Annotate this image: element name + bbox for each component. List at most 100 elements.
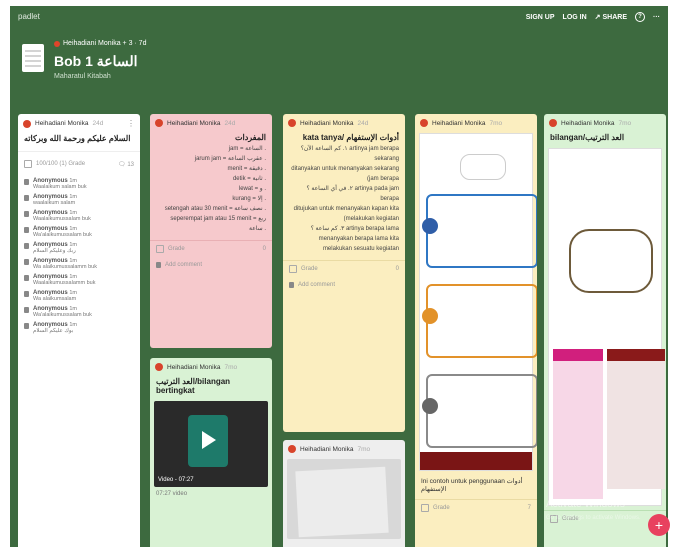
add-comment[interactable]: Add comment — [283, 277, 405, 292]
brand-logo[interactable]: padlet — [18, 12, 40, 21]
avatar — [24, 323, 29, 329]
post-header: Heihadiani Monika 7mo — [283, 440, 405, 453]
grade-row[interactable]: 100/100 (1) Grade 🗨 13 — [18, 151, 140, 172]
post-author: Heihadiani Monika — [300, 445, 354, 453]
image-band — [426, 374, 537, 448]
checkbox-icon[interactable] — [156, 245, 164, 253]
image-footer — [607, 349, 665, 361]
add-comment-label: Add comment — [298, 281, 336, 288]
image-dot — [422, 398, 438, 414]
more-icon[interactable]: ··· — [653, 14, 660, 21]
post-author: Heihadiani Monika — [167, 119, 221, 127]
vocab-line: setengah atau 30 menit = نصف ساعة . — [164, 206, 266, 212]
comment-body: Anonymous 1m Waalaikumussalam buk — [33, 210, 91, 222]
comment-item: Anonymous 1m Wa'alaikumussalam buk — [18, 304, 140, 320]
top-bar: padlet SIGN UP LOG IN ↗ SHARE ? ··· — [10, 6, 668, 28]
video-thumbnail[interactable]: Video - 07:27 — [154, 401, 268, 487]
post-card-video[interactable]: Heihadiani Monika 7mo العد الترتيب/bilan… — [150, 358, 272, 547]
post-header: Heihadiani Monika 24d — [283, 114, 405, 127]
comment-body: Anonymous 1m Waalaikumussalamm buk — [33, 274, 95, 286]
post-card-greeting[interactable]: Heihadiani Monika 24d ⋮ السلام عليكم ورح… — [18, 114, 140, 547]
example-image[interactable] — [419, 133, 537, 471]
grade-text: Grade — [433, 505, 450, 511]
post-author: Heihadiani Monika — [167, 363, 221, 371]
checkbox-icon[interactable] — [289, 265, 297, 273]
add-post-button[interactable]: + — [648, 514, 670, 536]
share-button[interactable]: ↗ SHARE — [595, 13, 627, 21]
post-header: Heihadiani Monika 7mo — [544, 114, 666, 127]
post-title: bilangan/العد الترتيب — [550, 133, 625, 142]
avatar — [54, 40, 60, 47]
top-links: SIGN UP LOG IN ↗ SHARE ? ··· — [526, 12, 660, 22]
signup-link[interactable]: SIGN UP — [526, 14, 555, 21]
comment-body: Anonymous 1m ربك وعليكم السلام — [33, 242, 77, 254]
avatar — [24, 211, 29, 217]
post-title: المفردات — [234, 133, 266, 142]
checkbox-icon[interactable] — [24, 160, 32, 168]
paper-sheet — [295, 466, 389, 538]
comment-text: Wa alaikumussalamm buk — [33, 264, 97, 270]
post-card-question-words[interactable]: Heihadiani Monika 24d kata tanya/ أدوات … — [283, 114, 405, 432]
comment-body: Anonymous 1m Wa'alaikumussalam buk — [33, 306, 92, 318]
comment-text: Waalaikumussalamm buk — [33, 280, 96, 286]
post-author: Heihadiani Monika — [35, 120, 89, 127]
login-link[interactable]: LOG IN — [563, 14, 587, 21]
vocab-line: menit = دقيقة . — [227, 166, 266, 172]
share-label: SHARE — [602, 14, 627, 21]
post-time: 24d — [357, 119, 369, 127]
post-time: 7mo — [489, 119, 503, 127]
avatar — [155, 363, 163, 371]
comment-item: Anonymous 1m Waalaikum salam buk — [18, 176, 140, 192]
play-icon[interactable] — [202, 431, 216, 449]
more-icon[interactable]: ⋮ — [127, 119, 135, 128]
avatar — [24, 195, 29, 201]
padlet-board: padlet SIGN UP LOG IN ↗ SHARE ? ··· Heih… — [10, 6, 668, 547]
add-comment[interactable]: Add comment — [150, 257, 272, 272]
question-line: ditanyakan untuk menanyakan sekarang (ja… — [291, 166, 399, 182]
handwriting-image[interactable] — [287, 459, 401, 539]
image-table-header — [553, 349, 603, 361]
avatar — [24, 227, 29, 233]
image-dot — [422, 308, 438, 324]
comment-count: 🗨 13 — [118, 161, 134, 168]
post-card-examples[interactable]: Heihadiani Monika 7mo Ini contoh untuk p… — [415, 114, 537, 547]
post-header: Heihadiani Monika 7mo — [150, 358, 272, 371]
post-card-handwriting[interactable]: Heihadiani Monika 7mo — [283, 440, 405, 547]
post-author: Heihadiani Monika — [432, 119, 486, 127]
comment-count: 0 — [262, 246, 266, 252]
avatar — [288, 445, 296, 453]
image-band — [426, 284, 537, 358]
grade-row[interactable]: Grade 0 — [150, 240, 272, 257]
grade-row[interactable]: Grade 7 — [415, 499, 537, 516]
post-time: 24d — [92, 120, 104, 127]
board-subtitle: Maharatul Kitabah — [54, 73, 111, 80]
grade-text: 100/100 (1) Grade — [36, 161, 86, 167]
post-card-vocab[interactable]: Heihadiani Monika 24d المفردات jam = الس… — [150, 114, 272, 348]
grade-row[interactable]: Grade 0 — [283, 260, 405, 277]
avatar — [156, 262, 161, 268]
activation-watermark-sub: Go to Settings to activate Windows. — [546, 515, 641, 521]
activation-watermark-title: Activate Windows — [546, 499, 625, 510]
help-icon[interactable]: ? — [635, 12, 645, 22]
comment-count-value: 13 — [127, 161, 134, 168]
checkbox-icon[interactable] — [421, 504, 429, 512]
vocab-list: jam = الساعة . jarum jam = عقرب الساعة . m… — [150, 144, 272, 234]
post-card-ordinal[interactable]: Heihadiani Monika 7mo bilangan/العد التر… — [544, 114, 666, 547]
comment-body: Anonymous 1m waalaikum salam — [33, 194, 77, 206]
post-author: Heihadiani Monika — [300, 119, 354, 127]
comment-text: Waalaikum salam buk — [33, 184, 87, 190]
grade-text: Grade — [301, 266, 318, 272]
image-band — [426, 194, 537, 268]
question-word-list: ١. كم الساعة الآن؟ artinya jam berapa se… — [283, 144, 405, 254]
comment-count: 7 — [527, 505, 531, 511]
question-line: menanyakan berapa lama kita melakukan se… — [318, 236, 399, 252]
vocab-line: kurang = إلا . — [232, 196, 266, 202]
video-label: Video - 07:27 — [158, 477, 194, 483]
avatar — [549, 119, 557, 127]
comment-text: ربك وعليكم السلام — [33, 248, 76, 254]
comment-text: Wa'alaikumussalam buk — [33, 312, 92, 318]
ordinal-image[interactable] — [548, 148, 665, 506]
post-time: 7mo — [357, 445, 371, 453]
comment-count: 0 — [395, 266, 399, 272]
comment-item: Anonymous 1m Wa alaikumussalamm buk — [18, 256, 140, 272]
